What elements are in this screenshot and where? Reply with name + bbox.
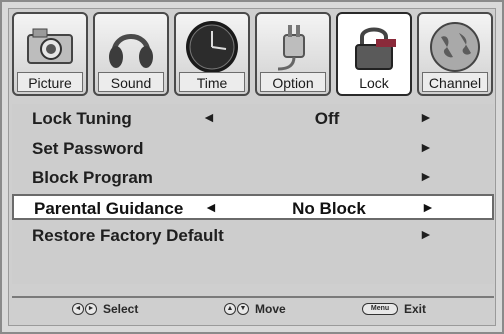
menu-row-restore-factory-default[interactable]: Restore Factory Default ► bbox=[12, 223, 494, 249]
menu-item-label: Restore Factory Default bbox=[32, 226, 224, 245]
camera-icon bbox=[22, 19, 78, 75]
osd-panel: Picture Sound Time Option Lock Channel L… bbox=[8, 8, 496, 326]
menu-item-label: Block Program bbox=[32, 168, 153, 187]
globe-icon bbox=[427, 19, 483, 75]
menu-item-value: Off bbox=[314, 109, 340, 128]
right-arrow-icon[interactable]: ► bbox=[419, 226, 433, 242]
left-arrow-icon[interactable]: ◄ bbox=[202, 109, 216, 125]
tab-option-label: Option bbox=[272, 75, 314, 91]
menu-item-value: No Block bbox=[292, 199, 366, 218]
right-arrow-icon[interactable]: ► bbox=[419, 168, 433, 184]
right-arrow-icon[interactable]: ► bbox=[419, 109, 433, 125]
right-arrow-icon[interactable]: ► bbox=[419, 139, 433, 155]
lock-menu: Lock Tuning ◄ Off ► Set Password ► Block… bbox=[12, 104, 494, 284]
tab-sound-label: Sound bbox=[110, 75, 152, 91]
osd-footer-help: ◄ ► Select ▲ ▼ Move Menu Exit bbox=[12, 296, 494, 322]
tab-lock-label: Lock bbox=[359, 75, 389, 91]
tab-option[interactable]: Option bbox=[255, 12, 331, 96]
left-right-keys-icon: ◄ ► bbox=[72, 303, 97, 315]
footer-select-hint: ◄ ► Select bbox=[72, 302, 138, 316]
menu-key-icon: Menu bbox=[362, 303, 398, 315]
tab-sound[interactable]: Sound bbox=[93, 12, 169, 96]
tab-picture-label: Picture bbox=[28, 75, 72, 91]
menu-row-set-password[interactable]: Set Password ► bbox=[12, 136, 494, 162]
padlock-icon bbox=[346, 19, 402, 75]
menu-item-label: Lock Tuning bbox=[32, 109, 132, 128]
up-down-keys-icon: ▲ ▼ bbox=[224, 303, 249, 315]
footer-move-label: Move bbox=[255, 302, 286, 316]
tv-osd-frame: Picture Sound Time Option Lock Channel L… bbox=[0, 0, 504, 334]
tab-channel-label: Channel bbox=[428, 75, 482, 91]
right-arrow-icon[interactable]: ► bbox=[421, 199, 435, 215]
left-arrow-icon[interactable]: ◄ bbox=[204, 199, 218, 215]
category-tabs: Picture Sound Time Option Lock Channel bbox=[12, 12, 494, 98]
menu-item-label: Set Password bbox=[32, 139, 144, 158]
menu-item-label: Parental Guidance bbox=[34, 199, 184, 218]
clock-icon bbox=[184, 19, 240, 75]
footer-exit-label: Exit bbox=[404, 302, 427, 316]
tab-time-label: Time bbox=[196, 75, 228, 91]
tab-time[interactable]: Time bbox=[174, 12, 250, 96]
menu-row-parental-guidance[interactable]: Parental Guidance ◄ No Block ► bbox=[12, 194, 494, 220]
footer-exit-hint: Menu Exit bbox=[362, 302, 426, 316]
menu-row-lock-tuning[interactable]: Lock Tuning ◄ Off ► bbox=[12, 106, 494, 132]
headphones-icon bbox=[103, 19, 159, 75]
footer-select-label: Select bbox=[103, 302, 139, 316]
menu-row-block-program[interactable]: Block Program ► bbox=[12, 165, 494, 191]
tab-lock[interactable]: Lock bbox=[336, 12, 412, 96]
tab-picture[interactable]: Picture bbox=[12, 12, 88, 96]
tab-channel[interactable]: Channel bbox=[417, 12, 493, 96]
plug-icon bbox=[265, 19, 321, 75]
footer-move-hint: ▲ ▼ Move bbox=[224, 302, 286, 316]
